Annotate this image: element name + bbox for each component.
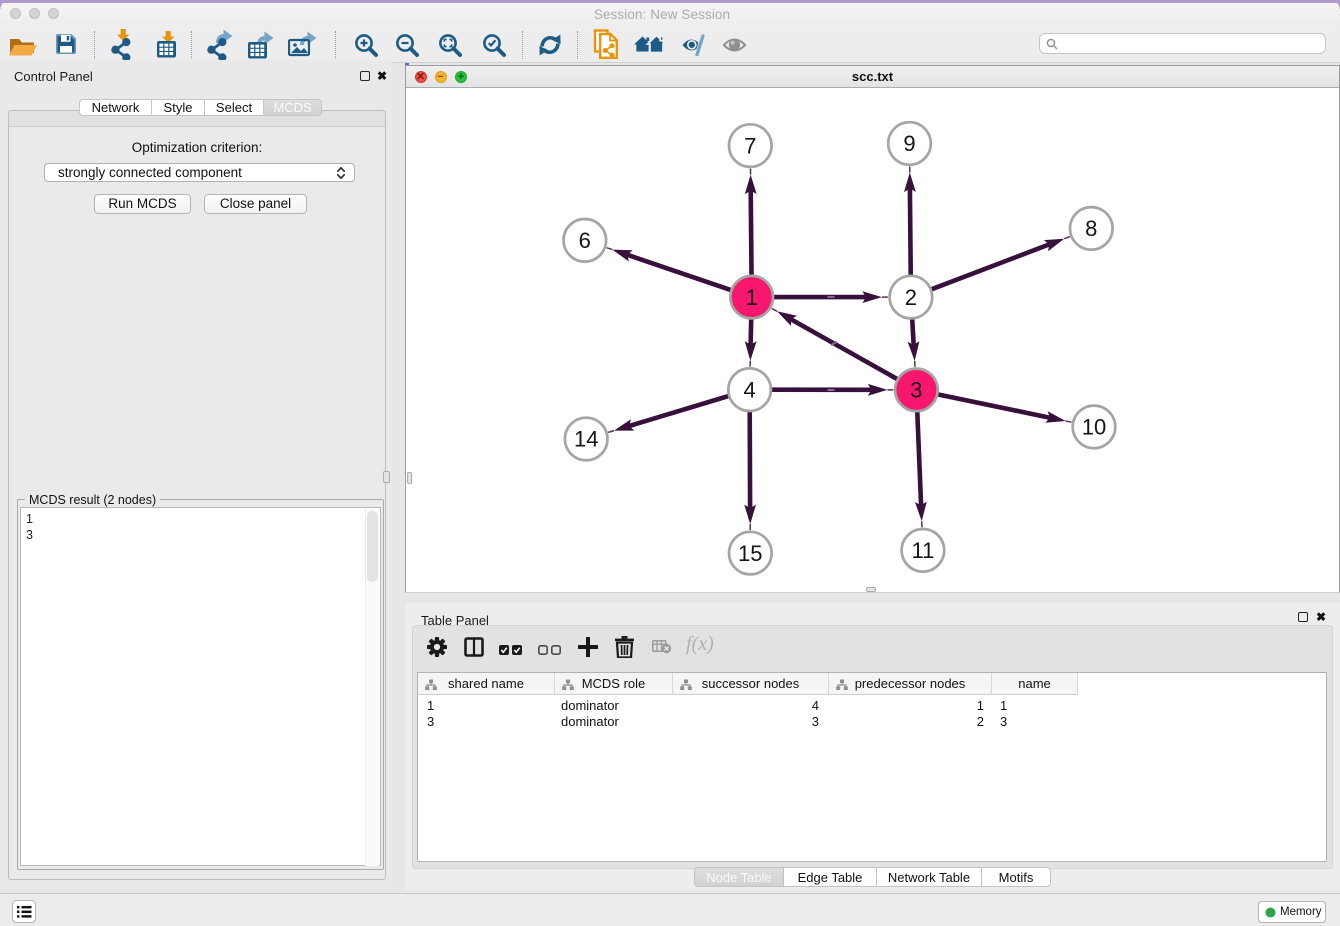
- svg-text:1: 1: [746, 285, 758, 310]
- svg-text:4: 4: [743, 377, 755, 402]
- svg-text:8: 8: [1085, 216, 1097, 241]
- svg-text:9: 9: [903, 131, 915, 156]
- svg-text:11: 11: [911, 538, 934, 563]
- svg-text:7: 7: [744, 133, 756, 158]
- svg-text:2: 2: [905, 285, 917, 310]
- svg-text:10: 10: [1082, 415, 1106, 440]
- svg-text:14: 14: [574, 427, 598, 452]
- svg-text:3: 3: [910, 378, 922, 403]
- svg-text:6: 6: [579, 228, 591, 253]
- svg-text:15: 15: [738, 541, 762, 566]
